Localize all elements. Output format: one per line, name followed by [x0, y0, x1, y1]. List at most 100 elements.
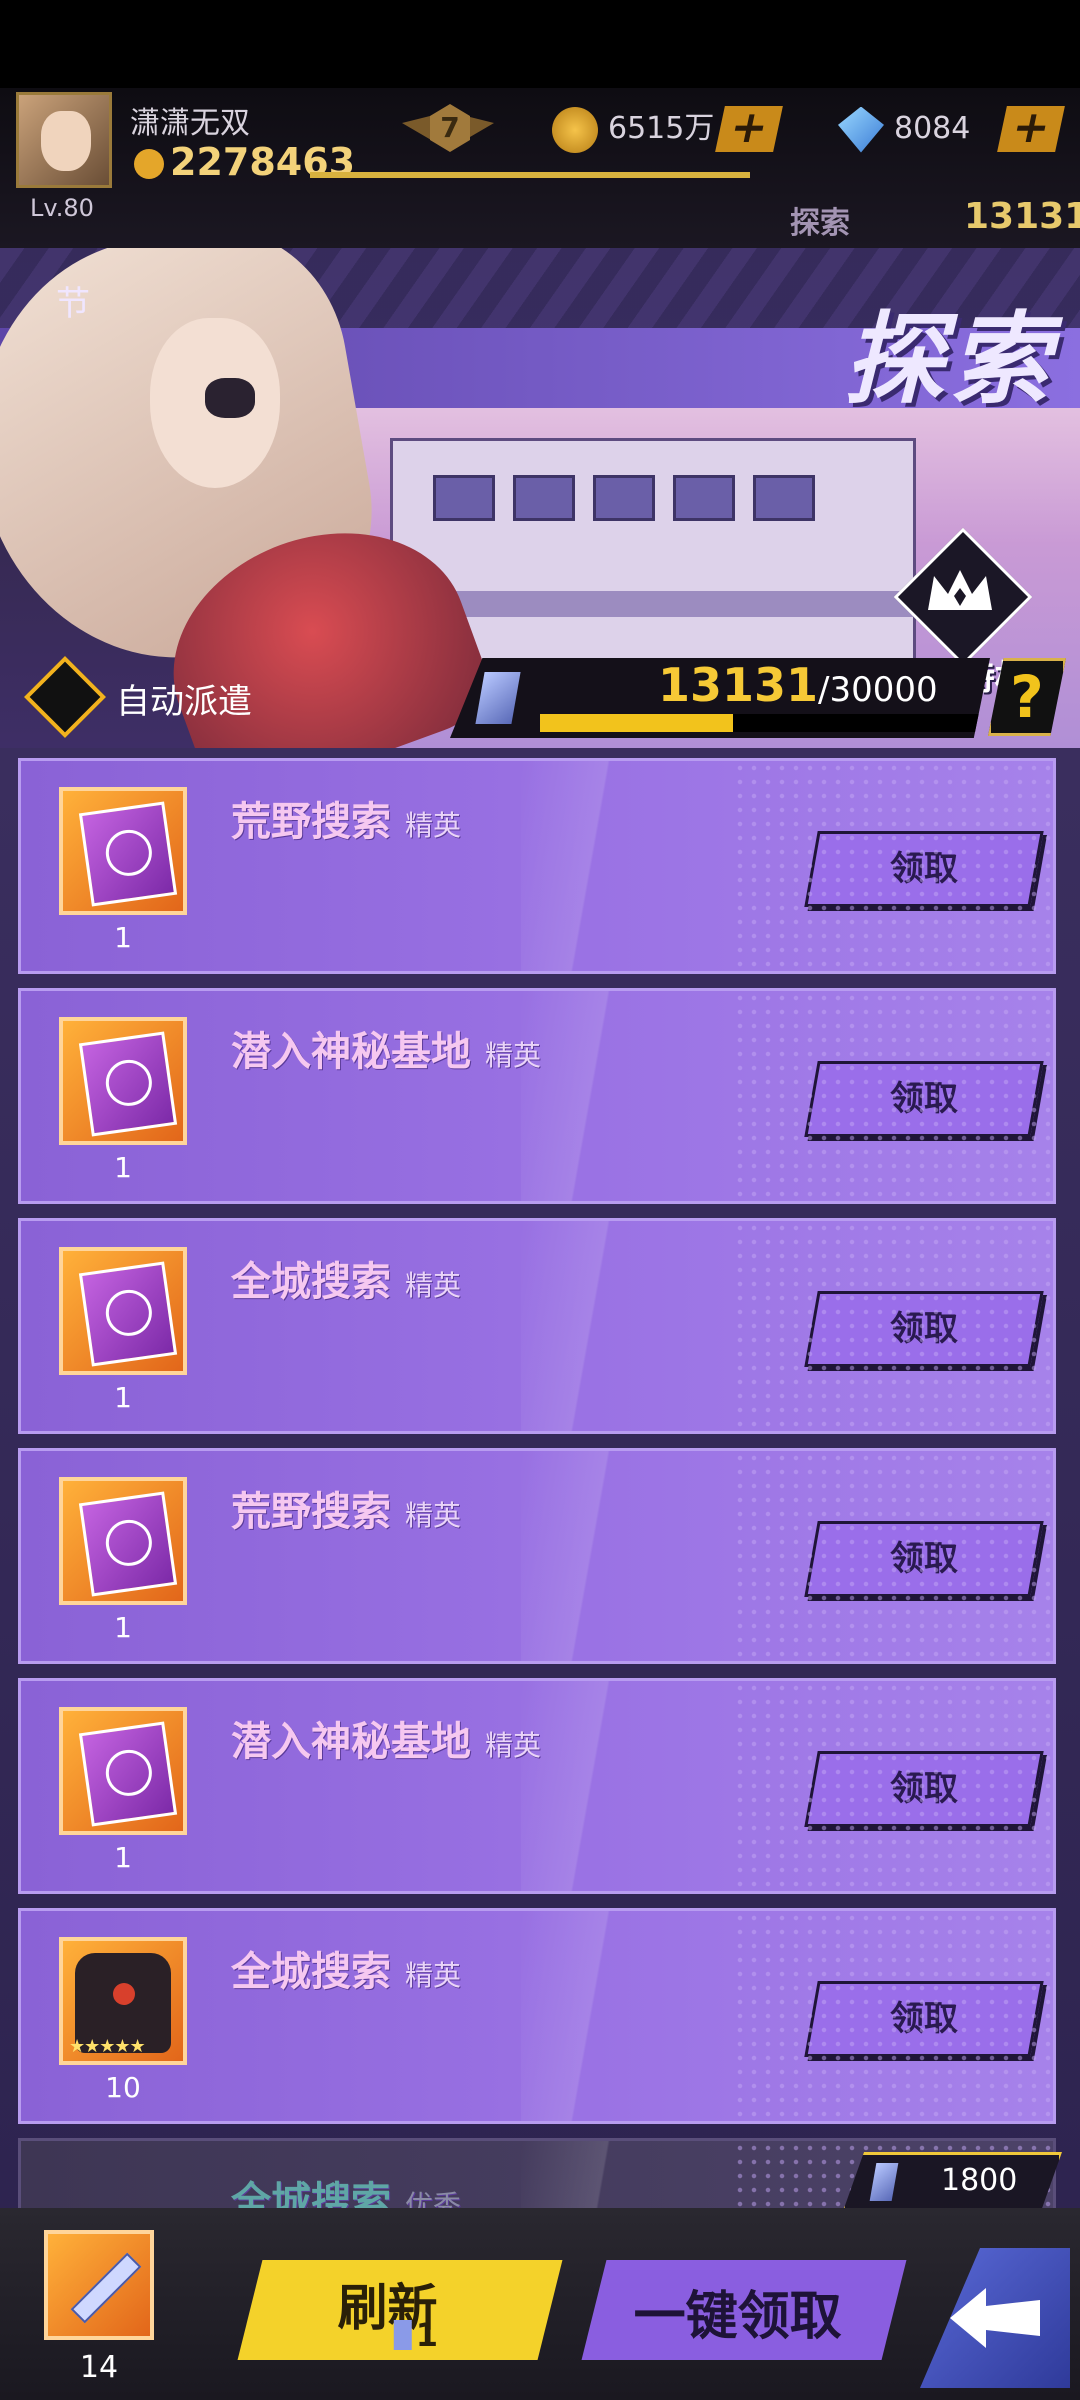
avatar-face [41, 111, 91, 171]
reward-item[interactable] [59, 1017, 187, 1145]
mission-name: 潜入神秘基地 [231, 1029, 471, 1075]
ticket-icon [869, 2163, 899, 2201]
claim-button[interactable]: 领取 [804, 1061, 1044, 1137]
book-icon [78, 801, 178, 907]
hero-panel: 节 探索 探索特权 自动派遣 13131/30000 ? [0, 248, 1080, 748]
mission-card: 1 领取 潜入神秘基地 精英 [18, 988, 1056, 1204]
claim-all-button[interactable]: 一键领取 [581, 2260, 907, 2360]
reward-item[interactable] [59, 787, 187, 915]
claim-button[interactable]: 领取 [804, 1521, 1044, 1597]
ticket-icon [393, 2320, 412, 2350]
claim-button[interactable]: 领取 [804, 1291, 1044, 1367]
reward-item[interactable] [59, 1707, 187, 1835]
book-glyph [102, 826, 155, 879]
progress-text: 13131/30000 [658, 658, 938, 712]
gold-currency: 6515万 [552, 104, 732, 154]
reward-qty: 1 [114, 1381, 132, 1414]
mission-tier: 精英 [485, 1729, 542, 1762]
rarity-stars: ★★★★★ [69, 2036, 146, 2057]
add-gold-button[interactable]: + [715, 102, 783, 153]
progress-current: 13131 [658, 658, 819, 712]
window [513, 475, 575, 521]
card-stripe [521, 1681, 701, 1891]
mission-title: 荒野搜索 精英 [231, 1479, 461, 1537]
refresh-cost-value: 1 [415, 2316, 439, 2354]
claim-label: 领取 [890, 1079, 958, 1119]
claim-label: 领取 [890, 1999, 958, 2039]
rank-badge[interactable]: 7 [402, 104, 494, 160]
mission-name: 全城搜索 [231, 1259, 391, 1305]
ticket-icon [475, 672, 521, 724]
window [753, 475, 815, 521]
reward-qty: 1 [114, 1841, 132, 1874]
mission-cost-badge: 1800 [842, 2152, 1062, 2214]
card-stripe [521, 1221, 701, 1431]
reward-qty: 1 [114, 1611, 132, 1644]
auto-dispatch-label: 自动派遣 [116, 682, 252, 722]
card-stripe [521, 1911, 701, 2121]
player-level: Lv.80 [30, 194, 94, 222]
mission-card: ★★★★★ 10 领取 全城搜索 精英 [18, 1908, 1056, 2124]
reward-item[interactable] [59, 1247, 187, 1375]
reward-item[interactable]: ★★★★★ [59, 1937, 187, 2065]
mission-card: 1 领取 潜入神秘基地 精英 [18, 1678, 1056, 1894]
claim-label: 领取 [890, 1769, 958, 1809]
progress-bar-fill [540, 714, 733, 732]
mission-card: 1 领取 荒野搜索 精英 [18, 1448, 1056, 1664]
card-stripe [521, 1451, 701, 1661]
progress-max: /30000 [818, 670, 938, 710]
back-button[interactable] [920, 2248, 1070, 2388]
claim-label: 领取 [890, 849, 958, 889]
claim-all-label: 一键领取 [633, 2287, 842, 2347]
book-icon [78, 1261, 178, 1367]
mission-title: 全城搜索 精英 [231, 1939, 461, 1997]
add-gems-button[interactable]: + [997, 102, 1065, 153]
gem-amount: 8084 [894, 111, 971, 146]
card-stripe [521, 991, 701, 1201]
mission-list[interactable]: 1 领取 荒野搜索 精英 1 领取 潜入神秘基地 精英 1 领取 全城搜索 精英 1 领取 荒野搜索 精英 1 领… [0, 748, 1080, 2208]
window [673, 475, 735, 521]
mission-tier: 精英 [485, 1039, 542, 1072]
reward-qty: 1 [114, 921, 132, 954]
mission-title: 全城搜索 优秀 [231, 2169, 461, 2208]
power-icon [134, 149, 164, 179]
book-icon [78, 1491, 178, 1597]
status-bar [0, 0, 1080, 88]
mission-name: 荒野搜索 [231, 1489, 391, 1535]
mission-tier: 精英 [405, 809, 462, 842]
book-icon [78, 1031, 178, 1137]
rank-value: 7 [430, 104, 470, 152]
mission-name: 全城搜索 [231, 1949, 391, 1995]
refresh-cost: 1 [393, 2316, 439, 2354]
explore-mini-value: 13131 [964, 196, 1080, 237]
gem-icon [838, 106, 884, 153]
reward-item[interactable] [59, 1477, 187, 1605]
xp-bar [310, 172, 750, 178]
mission-cost-value: 1800 [941, 2163, 1018, 2198]
inventory-qty: 14 [79, 2350, 119, 2385]
book-glyph [102, 1286, 155, 1339]
claim-button[interactable]: 领取 [804, 831, 1044, 907]
player-avatar[interactable] [16, 92, 112, 188]
claim-button[interactable]: 领取 [804, 1751, 1044, 1827]
mission-name: 潜入神秘基地 [231, 1719, 471, 1765]
refresh-button[interactable]: 刷新 1 [237, 2260, 563, 2360]
claim-button[interactable]: 领取 [804, 1981, 1044, 2057]
mission-title: 荒野搜索 精英 [231, 789, 461, 847]
mission-card: 1 领取 全城搜索 精英 [18, 1218, 1056, 1434]
explore-progress: 13131/30000 [450, 658, 990, 738]
reward-qty: 10 [105, 2071, 141, 2104]
mission-tier: 精英 [405, 1269, 462, 1302]
gem-currency: 8084 [838, 104, 1018, 154]
claim-label: 领取 [890, 1539, 958, 1579]
claim-label: 领取 [890, 1309, 958, 1349]
mission-title: 潜入神秘基地 精英 [231, 1019, 541, 1077]
gold-amount: 6515万 [608, 111, 715, 146]
mission-tier: 精英 [405, 1499, 462, 1532]
crown-icon [924, 566, 996, 614]
mission-name: 全城搜索 [231, 2179, 391, 2208]
inventory-ticket-slot[interactable] [44, 2230, 154, 2340]
xp-bar-fill [310, 172, 750, 178]
card-stripe [521, 2141, 701, 2208]
progress-bar [540, 714, 980, 732]
